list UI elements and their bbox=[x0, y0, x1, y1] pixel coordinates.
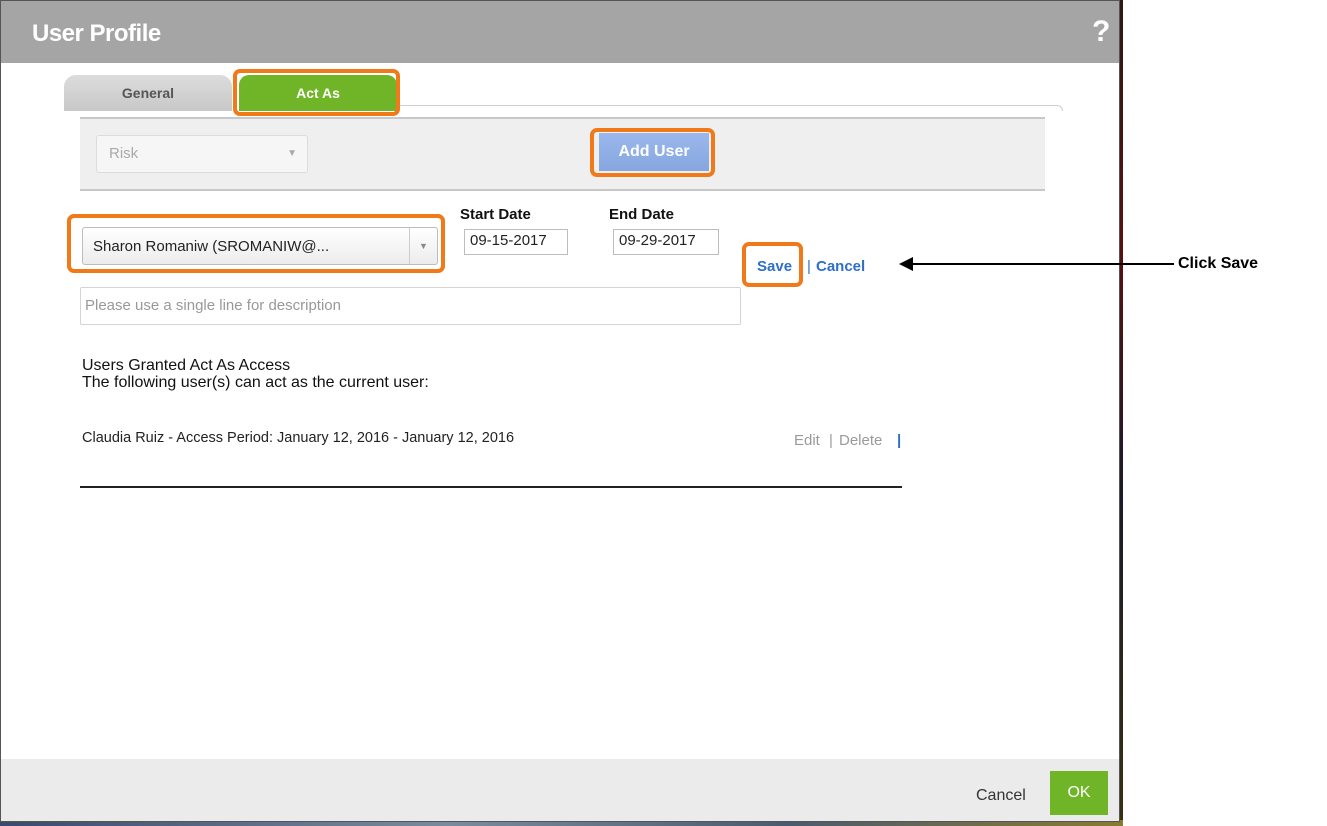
cancel-link[interactable]: Cancel bbox=[816, 258, 865, 275]
granted-subheading: The following user(s) can act as the cur… bbox=[82, 374, 429, 391]
granted-heading: Users Granted Act As Access bbox=[82, 357, 291, 374]
tab-general[interactable]: General bbox=[64, 75, 232, 111]
start-date-input[interactable]: 09-15-2017 bbox=[464, 229, 568, 255]
user-profile-dialog: User Profile ? General Act As Risk ▼ Add… bbox=[0, 0, 1120, 822]
user-select[interactable]: Sharon Romaniw (SROMANIW@... ▼ bbox=[82, 227, 438, 265]
chevron-down-icon: ▼ bbox=[287, 148, 297, 159]
chevron-down-icon: ▼ bbox=[409, 228, 437, 264]
link-separator: | bbox=[807, 258, 811, 275]
ok-button[interactable]: OK bbox=[1050, 771, 1108, 815]
edit-link[interactable]: Edit bbox=[794, 432, 820, 449]
add-user-button[interactable]: Add User bbox=[599, 133, 709, 171]
section-divider bbox=[80, 486, 902, 488]
start-date-label: Start Date bbox=[460, 206, 531, 223]
arrow-left-icon bbox=[899, 257, 913, 271]
role-select[interactable]: Risk ▼ bbox=[96, 135, 308, 173]
role-select-value: Risk bbox=[109, 145, 139, 162]
tab-divider bbox=[396, 105, 1063, 111]
link-separator: | bbox=[897, 432, 902, 449]
dialog-title: User Profile bbox=[32, 20, 161, 47]
description-input[interactable]: Please use a single line for description bbox=[80, 287, 741, 325]
callout-label: Click Save bbox=[1178, 255, 1259, 272]
granted-row-text: Claudia Ruiz - Access Period: January 12… bbox=[82, 430, 515, 446]
end-date-input[interactable]: 09-29-2017 bbox=[613, 229, 719, 255]
callout-arrow-line bbox=[912, 263, 1174, 265]
link-separator: | bbox=[829, 432, 833, 449]
delete-link[interactable]: Delete bbox=[839, 432, 882, 449]
save-link[interactable]: Save bbox=[757, 258, 792, 275]
tab-act-as[interactable]: Act As bbox=[239, 75, 397, 111]
footer-cancel-button[interactable]: Cancel bbox=[976, 787, 1026, 805]
dialog-titlebar: User Profile ? bbox=[1, 1, 1119, 63]
user-select-value: Sharon Romaniw (SROMANIW@... bbox=[93, 238, 330, 255]
end-date-label: End Date bbox=[609, 206, 675, 223]
dialog-footer bbox=[1, 759, 1119, 821]
help-icon[interactable]: ? bbox=[1092, 15, 1110, 49]
